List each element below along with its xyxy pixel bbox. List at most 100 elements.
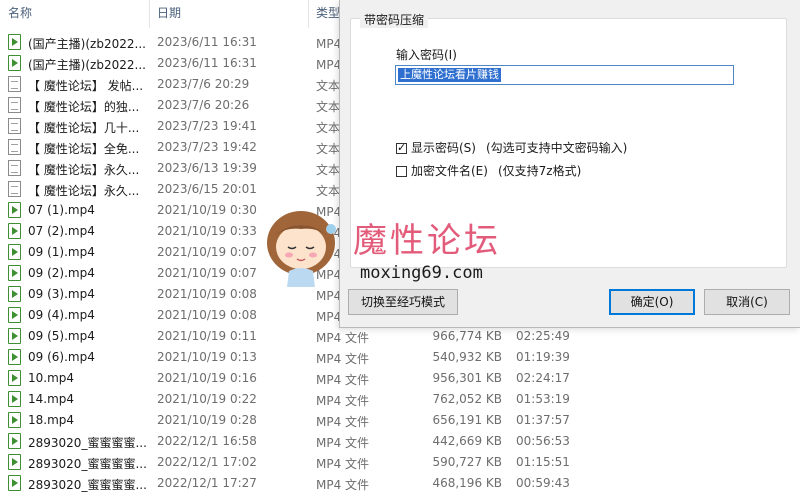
file-date: 2021/10/19 0:13 (157, 350, 257, 364)
file-date: 2022/12/1 17:02 (157, 455, 257, 469)
column-header-date[interactable]: 日期 (157, 4, 181, 21)
file-date: 2021/10/19 0:07 (157, 266, 257, 280)
file-date: 2023/7/6 20:26 (157, 98, 250, 112)
text-file-icon (8, 76, 21, 92)
video-file-icon (8, 328, 21, 344)
file-row[interactable]: 2893020_蜜蜜蜜蜜... 2022/12/1 17:27 MP4 文件 468,… (0, 473, 800, 494)
show-password-hint: (勾选可支持中文密码输入) (485, 141, 628, 155)
file-name: 09 (1).mp4 (28, 245, 95, 259)
file-size: 468,196 KB (432, 476, 502, 490)
show-password-option[interactable]: 显示密码(S) (勾选可支持中文密码输入) (396, 139, 627, 156)
file-date: 2022/12/1 16:58 (157, 434, 257, 448)
file-date: 2023/6/15 20:01 (157, 182, 257, 196)
encrypt-filenames-hint: (仅支持7z格式) (497, 164, 582, 178)
file-type: MP4 文件 (316, 373, 370, 387)
file-name: (国产主播)(zb2022... (28, 58, 146, 72)
file-duration: 01:53:19 (516, 392, 570, 406)
video-file-icon (8, 475, 21, 491)
video-file-icon (8, 34, 21, 50)
file-name: 09 (4).mp4 (28, 308, 95, 322)
file-date: 2023/7/23 19:42 (157, 140, 257, 154)
encrypt-filenames-label: 加密文件名(E) (411, 164, 488, 178)
file-row[interactable]: 2893020_蜜蜜蜜蜜... 2022/12/1 17:02 MP4 文件 590,… (0, 452, 800, 473)
file-name: 2893020_蜜蜜蜜蜜... (28, 436, 146, 450)
file-size: 590,727 KB (432, 455, 502, 469)
column-divider[interactable] (149, 0, 150, 28)
file-size: 540,932 KB (432, 350, 502, 364)
encrypt-filenames-option[interactable]: 加密文件名(E) (仅支持7z格式) (396, 162, 581, 179)
file-name: 【 魔性论坛】的独... (28, 100, 140, 114)
text-file-icon (8, 97, 21, 113)
show-password-checkbox[interactable] (396, 141, 407, 154)
show-password-label: 显示密码(S) (411, 141, 476, 155)
video-file-icon (8, 244, 21, 260)
file-name: 【 魔性论坛】永久... (28, 184, 140, 198)
file-date: 2023/6/13 19:39 (157, 161, 257, 175)
file-name: 18.mp4 (28, 413, 75, 427)
file-size: 966,774 KB (432, 329, 502, 343)
file-date: 2023/6/11 16:31 (157, 56, 257, 70)
file-date: 2021/10/19 0:33 (157, 224, 257, 238)
password-selected-text: 上魔性论坛看片赚钱 (398, 68, 501, 82)
encrypt-filenames-checkbox[interactable] (396, 166, 407, 177)
file-date: 2021/10/19 0:11 (157, 329, 257, 343)
column-divider[interactable] (308, 0, 309, 28)
text-file-icon (8, 139, 21, 155)
video-file-icon (8, 223, 21, 239)
file-date: 2021/10/19 0:28 (157, 413, 257, 427)
column-header-type[interactable]: 类型 (316, 4, 340, 21)
file-name: 2893020_蜜蜜蜜蜜... (28, 478, 146, 492)
file-name: 【 魔性论坛】几十... (28, 121, 140, 135)
file-date: 2021/10/19 0:16 (157, 371, 257, 385)
video-file-icon (8, 307, 21, 323)
switch-mode-button[interactable]: 切换至经巧模式 (348, 289, 458, 315)
file-size: 956,301 KB (432, 371, 502, 385)
file-duration: 00:59:43 (516, 476, 570, 490)
file-type: 文本 (316, 184, 341, 198)
file-date: 2022/12/1 17:27 (157, 476, 257, 490)
file-name: 10.mp4 (28, 371, 75, 385)
file-type: MP4 文件 (316, 352, 370, 366)
text-file-icon (8, 118, 21, 134)
cancel-button[interactable]: 取消(C) (704, 289, 790, 315)
video-file-icon (8, 454, 21, 470)
file-duration: 02:24:17 (516, 371, 570, 385)
video-file-icon (8, 286, 21, 302)
file-row[interactable]: 2893020_蜜蜜蜜蜜... 2022/12/1 16:58 MP4 文件 442,… (0, 431, 800, 452)
file-type: MP4 文件 (316, 478, 370, 492)
text-file-icon (8, 160, 21, 176)
password-input[interactable]: 上魔性论坛看片赚钱 (395, 65, 734, 85)
file-size: 442,669 KB (432, 434, 502, 448)
file-type: 文本 (316, 142, 341, 156)
file-row[interactable]: 18.mp4 2021/10/19 0:28 MP4 文件 656,191 KB 01:… (0, 410, 800, 431)
file-size: 656,191 KB (432, 413, 502, 427)
file-name: 【 魔性论坛】永久... (28, 163, 140, 177)
file-name: 【 魔性论坛】 发帖... (28, 79, 144, 93)
ok-button[interactable]: 确定(O) (609, 289, 695, 315)
file-name: 09 (2).mp4 (28, 266, 95, 280)
video-file-icon (8, 391, 21, 407)
text-file-icon (8, 181, 21, 197)
file-row[interactable]: 10.mp4 2021/10/19 0:16 MP4 文件 956,301 KB 02:… (0, 368, 800, 389)
group-title: 带密码压缩 (360, 11, 429, 28)
video-file-icon (8, 349, 21, 365)
file-name: 【 魔性论坛】全免... (28, 142, 140, 156)
file-name: 09 (3).mp4 (28, 287, 95, 301)
file-name: 07 (1).mp4 (28, 203, 95, 217)
file-name: (国产主播)(zb2022... (28, 37, 146, 51)
video-file-icon (8, 412, 21, 428)
file-row[interactable]: 09 (6).mp4 2021/10/19 0:13 MP4 文件 540,932 K… (0, 347, 800, 368)
file-type: MP4 文件 (316, 457, 370, 471)
video-file-icon (8, 370, 21, 386)
file-type: 文本 (316, 100, 341, 114)
file-name: 09 (5).mp4 (28, 329, 95, 343)
file-row[interactable]: 09 (5).mp4 2021/10/19 0:11 MP4 文件 966,774 K… (0, 326, 800, 347)
file-duration: 01:19:39 (516, 350, 570, 364)
column-header-name[interactable]: 名称 (8, 4, 32, 21)
video-file-icon (8, 433, 21, 449)
file-date: 2021/10/19 0:22 (157, 392, 257, 406)
compression-password-dialog: 带密码压缩 输入密码(I) 上魔性论坛看片赚钱 显示密码(S) (勾选可支持中文密… (339, 0, 800, 328)
file-name: 07 (2).mp4 (28, 224, 95, 238)
file-type: MP4 文件 (316, 415, 370, 429)
file-row[interactable]: 14.mp4 2021/10/19 0:22 MP4 文件 762,052 KB 01:… (0, 389, 800, 410)
